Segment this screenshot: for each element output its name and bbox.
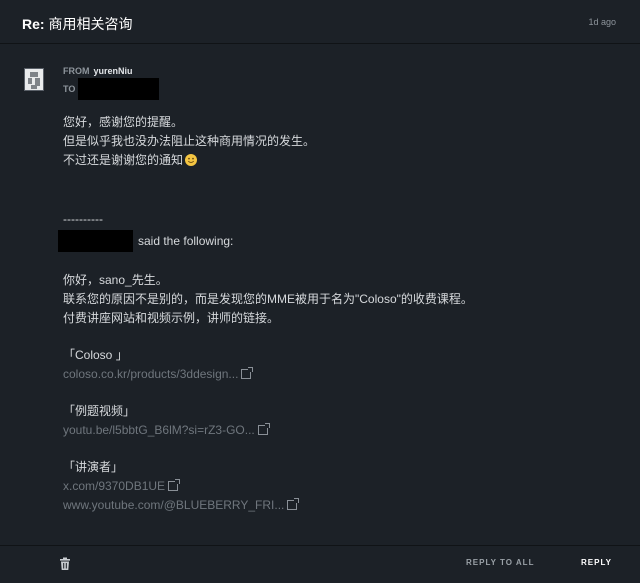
- to-line: TO: [63, 84, 79, 94]
- section-title-example-video: 「例题视频」: [63, 404, 136, 418]
- section-title-speaker: 「讲演者」: [63, 460, 124, 474]
- reply-line-text: 不过还是谢谢您的通知: [63, 153, 184, 167]
- from-label: FROM: [63, 66, 90, 76]
- reply-button[interactable]: REPLY: [581, 558, 612, 567]
- quote-attribution: said the following:: [58, 229, 623, 253]
- message-body: 您好，感谢您的提醒。 但是似乎我也没办法阻止这种商用情况的发生。 不过还是谢谢您…: [58, 113, 623, 515]
- redacted-recipient: [78, 78, 159, 100]
- subject-title: Re: 商用相关咨询: [22, 14, 132, 34]
- smile-emoji-icon: [185, 154, 198, 166]
- delete-button[interactable]: [59, 557, 71, 571]
- message-age: 1d ago: [588, 17, 616, 27]
- external-link-icon: [287, 498, 300, 510]
- from-line: FROM yurenNiu: [63, 66, 133, 76]
- quoted-line: 你好，sano_先生。: [63, 273, 168, 287]
- message-footer: REPLY TO ALL REPLY: [0, 545, 640, 583]
- external-link-icon: [168, 479, 181, 491]
- reply-line: 但是似乎我也没办法阻止这种商用情况的发生。: [63, 134, 316, 148]
- quoted-line: 联系您的原因不是别的，而是发现您的MME被用于名为"Coloso"的收费课程。: [63, 292, 473, 306]
- trash-icon: [60, 557, 70, 570]
- avatar[interactable]: [24, 68, 44, 91]
- section-title-coloso: 「Coloso 」: [63, 348, 128, 362]
- said-text: said the following:: [138, 233, 234, 248]
- quoted-line: 付费讲座网站和视频示例，讲师的链接。: [63, 311, 280, 325]
- link-text[interactable]: youtu.be/l5bbtG_B6lM?si=rZ3-GO...: [63, 423, 255, 437]
- to-label: TO: [63, 84, 76, 94]
- link-example-video[interactable]: youtu.be/l5bbtG_B6lM?si=rZ3-GO...: [63, 421, 623, 440]
- link-text[interactable]: www.youtube.com/@BLUEBERRY_FRI...: [63, 498, 284, 512]
- link-coloso[interactable]: coloso.co.kr/products/3ddesign...: [63, 365, 623, 384]
- reply-line: 不过还是谢谢您的通知: [63, 151, 623, 170]
- link-speaker-x[interactable]: x.com/9370DB1UE: [63, 477, 623, 496]
- link-speaker-youtube[interactable]: www.youtube.com/@BLUEBERRY_FRI...: [63, 496, 623, 515]
- redacted-sender: [58, 230, 133, 252]
- message-header: Re: 商用相关咨询 1d ago: [0, 0, 640, 44]
- link-text[interactable]: coloso.co.kr/products/3ddesign...: [63, 367, 238, 381]
- sender-name[interactable]: yurenNiu: [94, 66, 133, 76]
- link-text[interactable]: x.com/9370DB1UE: [63, 479, 165, 493]
- subject-prefix: Re:: [22, 16, 45, 32]
- reply-all-button[interactable]: REPLY TO ALL: [466, 558, 534, 567]
- quote-separator: ----------: [63, 212, 103, 226]
- external-link-icon: [241, 367, 254, 379]
- subject-text: 商用相关咨询: [48, 16, 133, 32]
- reply-line: 您好，感谢您的提醒。: [63, 115, 184, 129]
- external-link-icon: [257, 423, 270, 435]
